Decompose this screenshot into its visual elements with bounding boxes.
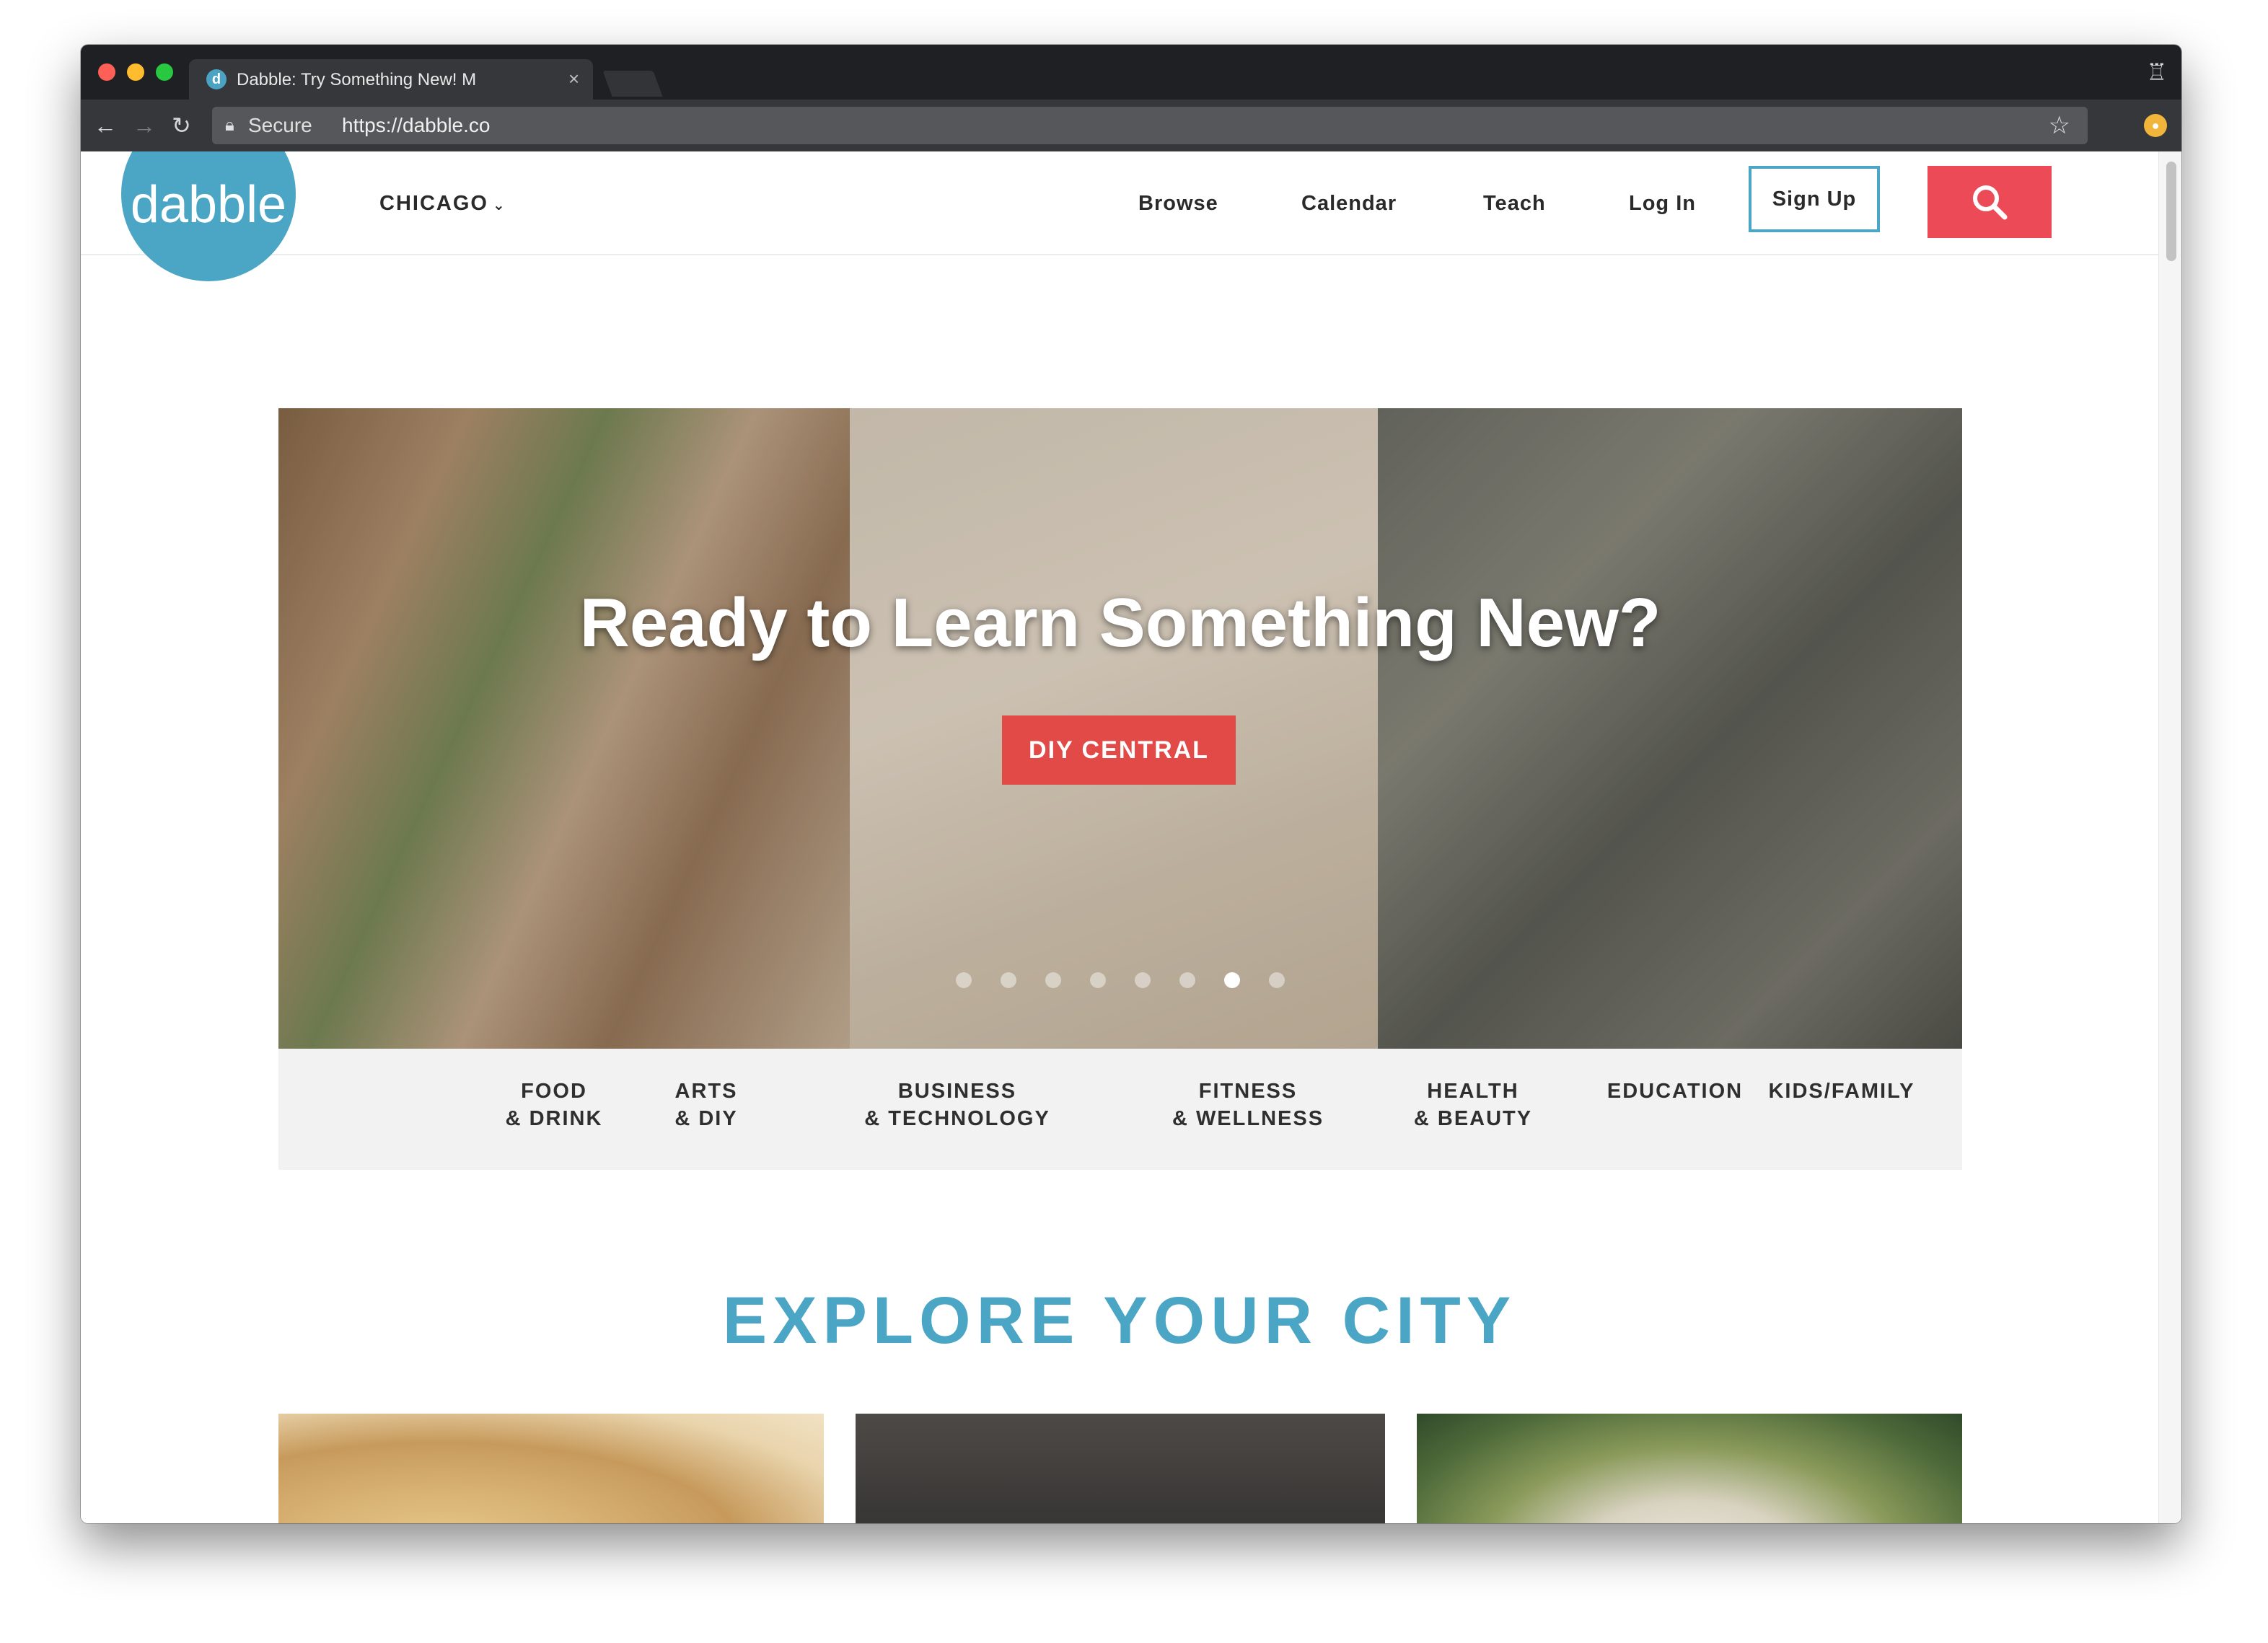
tab-close-icon[interactable]: × <box>568 68 579 89</box>
maximize-window-button[interactable] <box>156 63 173 81</box>
minimize-window-button[interactable] <box>127 63 144 81</box>
explore-heading: EXPLORE YOUR CITY <box>722 1284 1517 1357</box>
address-bar[interactable]: 🔒︎ Secure https://dabble.co ☆ <box>212 107 2088 144</box>
browser-window: d Dabble: Try Something New! M × ♖ ← → ↻… <box>81 45 2181 1523</box>
logo-text: dabble <box>130 176 287 234</box>
lock-icon: 🔒︎ <box>225 115 234 135</box>
category-health-beauty[interactable]: HEALTH & BEAUTY <box>1386 1078 1560 1132</box>
carousel-dot[interactable] <box>1090 972 1106 988</box>
secure-label: Secure <box>248 114 312 136</box>
scrollbar[interactable] <box>2158 151 2181 1523</box>
carousel-dot[interactable] <box>1001 972 1016 988</box>
dabble-logo[interactable]: dabble <box>121 151 296 281</box>
scrollbar-thumb[interactable] <box>2166 162 2176 261</box>
search-icon <box>1973 185 2008 220</box>
carousel-dot[interactable] <box>1135 972 1151 988</box>
city-selector[interactable]: CHICAGO ⌄ <box>379 189 506 220</box>
city-card-studio[interactable] <box>856 1414 1385 1523</box>
sign-up-button[interactable]: Sign Up <box>1749 166 1880 232</box>
chevron-down-icon: ⌄ <box>492 198 506 213</box>
category-arts-diy[interactable]: ARTS & DIY <box>659 1078 753 1132</box>
page-viewport: dabble CHICAGO ⌄ Browse Calendar Teach Lo… <box>81 151 2181 1523</box>
carousel-dots <box>278 972 1962 994</box>
city-label: CHICAGO <box>379 192 488 215</box>
site-header: dabble CHICAGO ⌄ Browse Calendar Teach Lo… <box>81 151 2158 281</box>
reload-icon[interactable]: ↻ <box>172 113 191 138</box>
city-card-flowers[interactable] <box>1417 1414 1962 1523</box>
close-window-button[interactable] <box>98 63 115 81</box>
new-tab-button[interactable] <box>602 71 663 97</box>
category-bar: FOOD & DRINK ARTS & DIY BUSINESS & TECHN… <box>278 1049 1962 1170</box>
nav-calendar[interactable]: Calendar <box>1301 189 1397 218</box>
back-arrow-icon[interactable]: ← <box>94 113 117 138</box>
category-fitness-wellness[interactable]: FITNESS & WELLNESS <box>1147 1078 1349 1132</box>
carousel-dot[interactable] <box>1045 972 1061 988</box>
tab-bar: d Dabble: Try Something New! M × ♖ <box>81 45 2181 100</box>
bookmark-star-icon[interactable]: ☆ <box>2049 113 2070 138</box>
search-button[interactable] <box>1928 166 2052 238</box>
hero-title: Ready to Learn Something New? <box>579 584 1661 661</box>
extension-icon[interactable]: ● <box>2144 114 2167 137</box>
carousel-dot[interactable] <box>1179 972 1195 988</box>
category-food-drink[interactable]: FOOD & DRINK <box>482 1078 626 1132</box>
diy-central-button[interactable]: DIY CENTRAL <box>1002 715 1236 785</box>
nav-login[interactable]: Log In <box>1629 189 1696 218</box>
nav-teach[interactable]: Teach <box>1483 189 1546 218</box>
carousel-dot[interactable] <box>1269 972 1285 988</box>
carousel-dot[interactable] <box>1224 972 1240 988</box>
nav-browse[interactable]: Browse <box>1138 189 1218 218</box>
category-education[interactable]: EDUCATION <box>1603 1078 1747 1105</box>
tab-title: Dabble: Try Something New! M <box>237 70 477 89</box>
browser-tab[interactable]: d Dabble: Try Something New! M × <box>189 59 593 100</box>
dabble-favicon-icon: d <box>206 69 227 89</box>
address-toolbar: ← → ↻ 🔒︎ Secure https://dabble.co ☆ ● <box>81 100 2181 151</box>
hero-carousel: Ready to Learn Something New? DIY CENTRA… <box>278 408 1962 1049</box>
forward-arrow-icon[interactable]: → <box>133 113 156 138</box>
city-card-food[interactable] <box>278 1414 824 1523</box>
url-text[interactable]: https://dabble.co <box>342 114 490 137</box>
category-kids-family[interactable]: KIDS/FAMILY <box>1766 1078 1917 1105</box>
carousel-dot[interactable] <box>956 972 972 988</box>
category-business-technology[interactable]: BUSINESS & TECHNOLOGY <box>809 1078 1105 1132</box>
incognito-icon: ♖ <box>2146 59 2167 85</box>
